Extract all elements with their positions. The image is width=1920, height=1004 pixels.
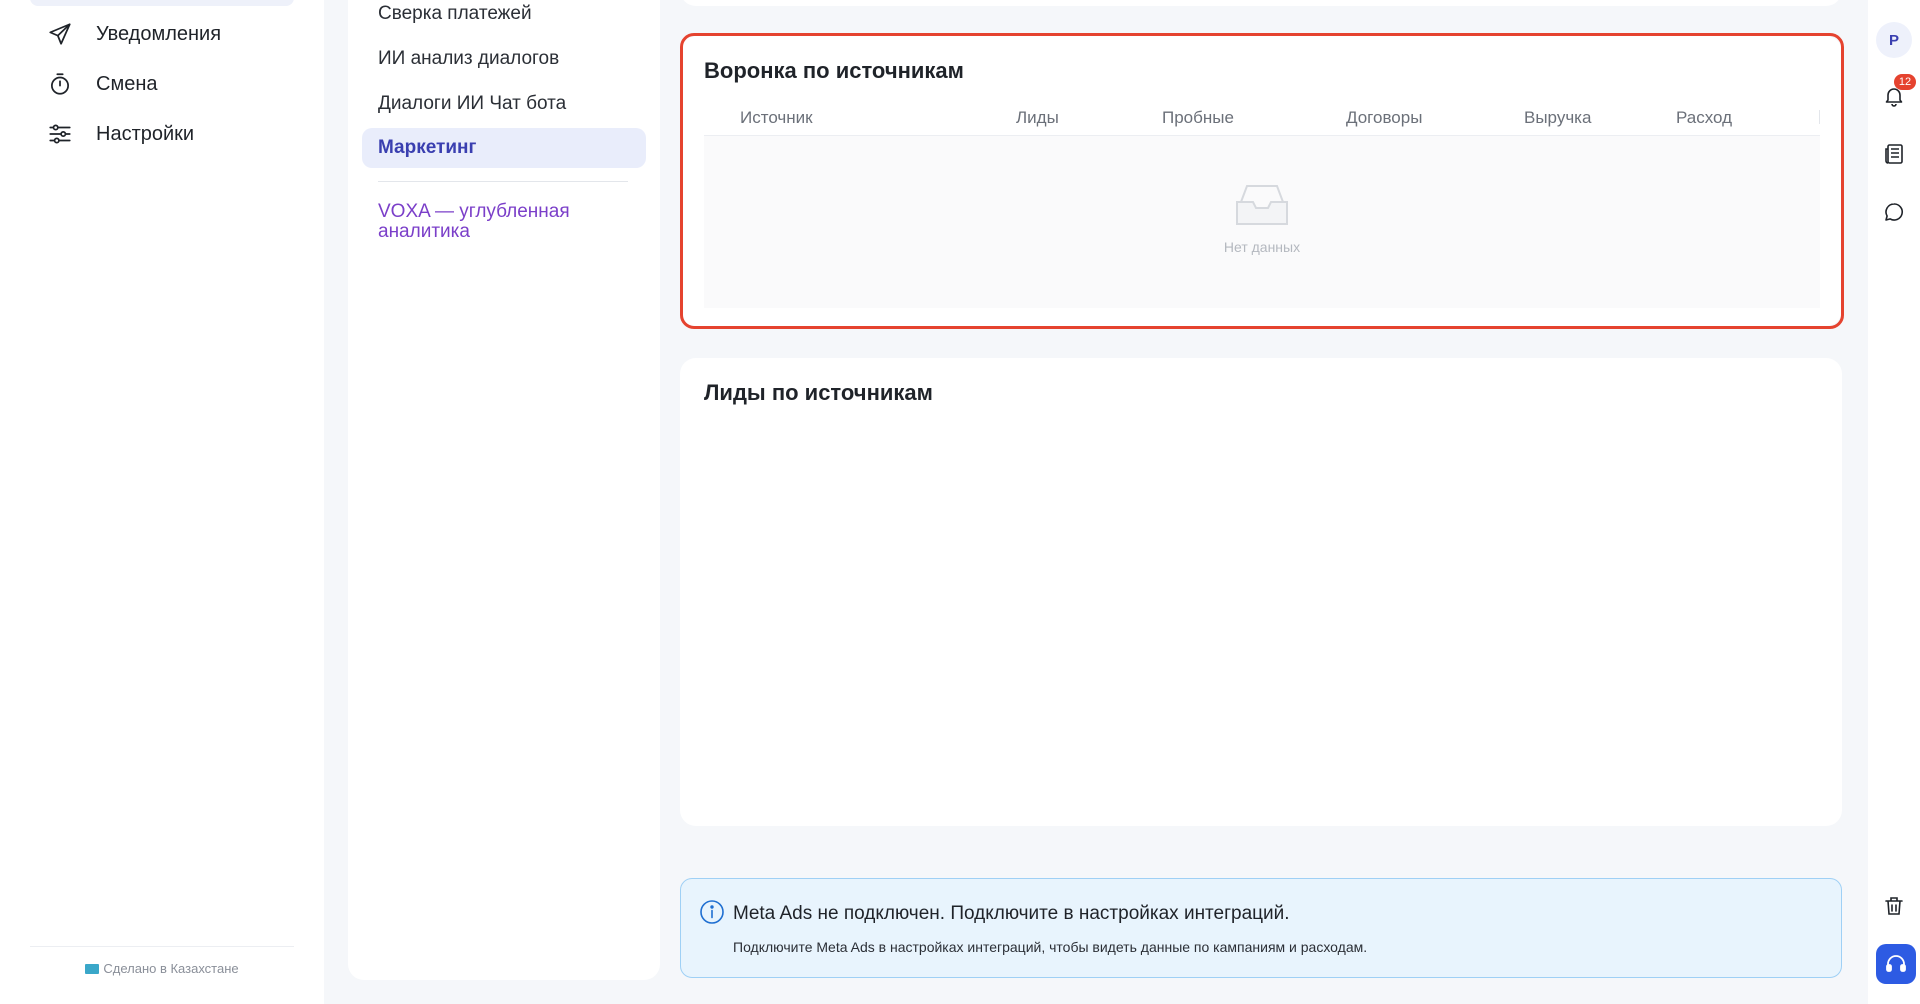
empty-state: Нет данных [704,182,1820,255]
empty-inbox-icon [1236,185,1288,225]
sidebar-item-label: Уведомления [96,22,222,45]
trash-icon [1885,897,1903,915]
submenu-item-payment-reconciliation[interactable]: Сверка платежей [362,0,646,34]
flag-icon [85,964,100,974]
submenu-item-ai-chatbot-dialogs[interactable]: Диалоги ИИ Чат бота [362,84,646,124]
sidebar-item-settings[interactable]: Настройки [46,114,194,154]
newspaper-icon [1885,144,1903,164]
main-sidebar: Уведомления Смена Настройки Сделано в Ка… [0,0,324,1004]
leads-title: Лиды по источникам [704,380,933,405]
voxa-analytics-link[interactable]: VOXA — углубленная аналитика [378,202,638,242]
right-rail: P 12 [1868,0,1920,1004]
news-button[interactable] [1878,138,1910,170]
stopwatch-icon [46,70,74,98]
support-button[interactable] [1876,944,1916,984]
chat-bubble-icon [1885,203,1903,221]
sidebar-item-label: Настройки [96,122,195,145]
submenu-item-ai-dialog-analysis[interactable]: ИИ анализ диалогов [362,39,646,79]
sliders-icon [46,120,74,148]
notification-count-badge: 12 [1894,74,1916,90]
sidebar-active-item-fragment[interactable] [30,0,294,6]
funnel-by-source-card: Воронка по источникам Источник Лиды Проб… [680,36,1842,326]
funnel-table-header: Источник Лиды Пробные Договоры Выручка Р… [704,102,1820,136]
avatar[interactable]: P [1876,22,1912,58]
column-header-contracts[interactable]: Договоры [1346,108,1422,128]
column-header-leads[interactable]: Лиды [1016,108,1059,128]
column-header-source[interactable]: Источник [740,108,813,128]
column-header-revenue[interactable]: Выручка [1524,108,1591,128]
submenu-panel: Сверка платежей ИИ анализ диалогов Диало… [348,0,660,980]
info-icon [700,900,724,924]
column-header-trials[interactable]: Пробные [1162,108,1234,128]
alert-description: Подключите Meta Ads в настройках интегра… [733,939,1368,955]
sidebar-item-label: Смена [96,72,158,95]
funnel-title: Воронка по источникам [704,58,964,83]
meta-ads-alert: Meta Ads не подключен. Подключите в наст… [680,878,1842,978]
funnel-table-body: Нет данных [704,136,1820,308]
column-header-expense[interactable]: Расход [1676,108,1732,128]
sidebar-item-notifications[interactable]: Уведомления [46,14,221,54]
made-in-footer: Сделано в Казахстане [30,946,294,976]
trash-button[interactable] [1878,890,1910,922]
headset-icon [1886,955,1906,972]
alert-title: Meta Ads не подключен. Подключите в наст… [733,903,1290,924]
column-separator [1819,110,1820,124]
send-icon [46,20,74,48]
leads-by-source-card: Лиды по источникам [680,358,1842,826]
empty-state-text: Нет данных [1223,239,1301,255]
submenu-divider [378,181,628,182]
chat-button[interactable] [1878,196,1910,228]
submenu-item-marketing[interactable]: Маркетинг [362,128,646,168]
previous-card-fragment [680,0,1842,6]
sidebar-item-shift[interactable]: Смена [46,64,157,104]
